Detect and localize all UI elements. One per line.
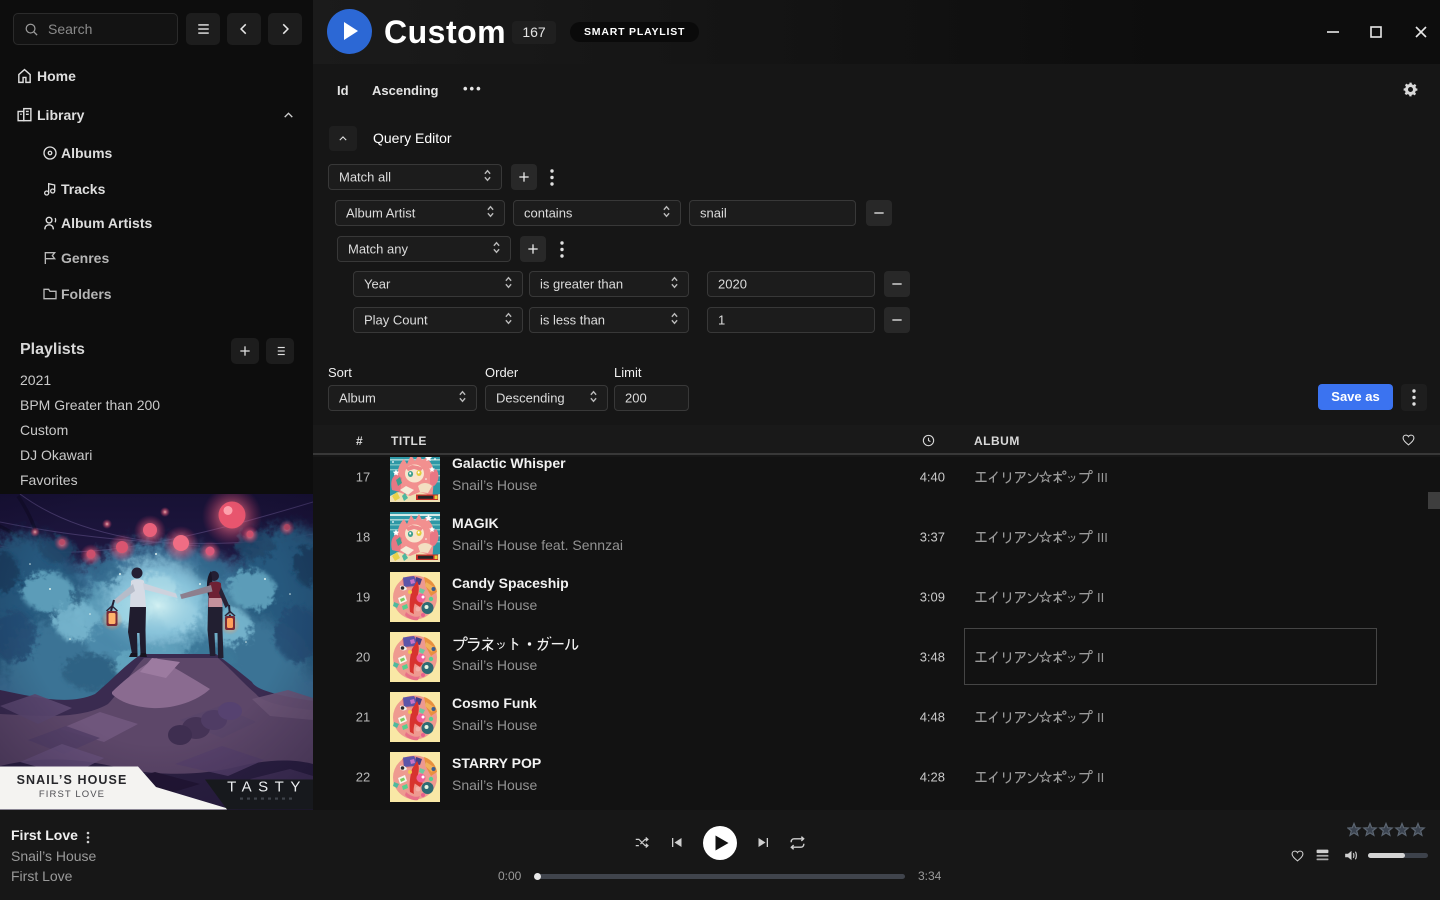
svg-text:FIRST LOVE: FIRST LOVE (39, 789, 105, 800)
svg-text:SNAIL’S HOUSE: SNAIL’S HOUSE (17, 773, 128, 787)
svg-text:TASTY: TASTY (227, 779, 307, 796)
